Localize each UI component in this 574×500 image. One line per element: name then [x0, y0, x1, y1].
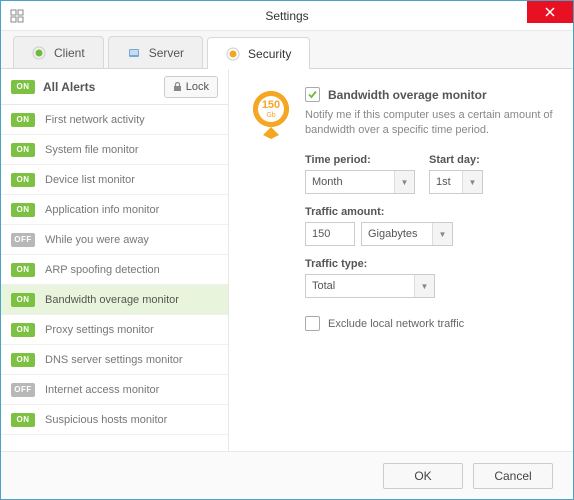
start-day-value: 1st [436, 176, 451, 188]
traffic-unit-select[interactable]: Gigabytes ▼ [361, 222, 453, 246]
start-day-label: Start day: [429, 154, 483, 166]
sidebar-list[interactable]: ON First network activity ON System file mo… [1, 105, 228, 451]
all-alerts-label: All Alerts [43, 80, 156, 94]
server-icon [127, 46, 141, 60]
item-label: Application info monitor [45, 204, 159, 216]
time-period-value: Month [312, 176, 343, 188]
sidebar-item[interactable]: ON Device list monitor [1, 165, 228, 195]
item-toggle[interactable]: ON [11, 413, 35, 427]
item-toggle[interactable]: ON [11, 143, 35, 157]
item-label: Proxy settings monitor [45, 324, 154, 336]
settings-window: Settings Client Server Security ON All A… [0, 0, 574, 500]
sidebar-item[interactable]: ON Bandwidth overage monitor [1, 285, 228, 315]
time-period-select[interactable]: Month ▼ [305, 170, 415, 194]
detail-form: Time period: Month ▼ Start day: 1st ▼ [249, 154, 553, 337]
titlebar: Settings [1, 1, 573, 31]
footer: OK Cancel [1, 451, 573, 499]
detail-head-text: Bandwidth overage monitor Notify me if t… [305, 87, 553, 144]
item-toggle[interactable]: ON [11, 203, 35, 217]
exclude-label: Exclude local network traffic [328, 318, 464, 330]
exclude-checkbox[interactable] [305, 316, 320, 331]
cancel-button[interactable]: Cancel [473, 463, 553, 489]
traffic-type-label: Traffic type: [305, 258, 553, 270]
item-label: While you were away [45, 234, 149, 246]
sidebar-item[interactable]: OFF While you were away [1, 225, 228, 255]
chevron-down-icon: ▼ [394, 171, 414, 193]
sidebar-item[interactable]: ON ARP spoofing detection [1, 255, 228, 285]
tab-label: Server [149, 46, 184, 60]
sidebar: ON All Alerts Lock ON First network activ… [1, 69, 229, 451]
window-title: Settings [1, 9, 573, 23]
check-icon [307, 89, 318, 100]
item-toggle[interactable]: OFF [11, 383, 35, 397]
tabbar: Client Server Security [1, 31, 573, 69]
tab-server[interactable]: Server [108, 36, 203, 68]
client-icon [32, 46, 46, 60]
detail-description: Notify me if this computer uses a certai… [305, 108, 553, 138]
item-label: Device list monitor [45, 174, 135, 186]
traffic-amount-input[interactable] [305, 222, 355, 246]
all-alerts-toggle[interactable]: ON [11, 80, 35, 94]
tab-label: Security [248, 47, 291, 61]
lock-icon [173, 82, 182, 92]
traffic-type-value: Total [312, 280, 335, 292]
sidebar-item[interactable]: ON Proxy settings monitor [1, 315, 228, 345]
item-toggle[interactable]: ON [11, 323, 35, 337]
item-toggle[interactable]: ON [11, 263, 35, 277]
sidebar-header: ON All Alerts Lock [1, 69, 228, 105]
item-label: Internet access monitor [45, 384, 159, 396]
item-toggle[interactable]: ON [11, 173, 35, 187]
chevron-down-icon: ▼ [432, 223, 452, 245]
security-icon [226, 47, 240, 61]
bandwidth-badge-icon: 150 Gb [249, 87, 293, 144]
item-label: ARP spoofing detection [45, 264, 160, 276]
item-toggle[interactable]: ON [11, 293, 35, 307]
tab-label: Client [54, 46, 85, 60]
sidebar-item[interactable]: ON System file monitor [1, 135, 228, 165]
traffic-unit-value: Gigabytes [368, 228, 418, 240]
tab-security[interactable]: Security [207, 37, 310, 69]
traffic-amount-label: Traffic amount: [305, 206, 553, 218]
sidebar-item[interactable]: ON Suspicious hosts monitor [1, 405, 228, 435]
traffic-type-select[interactable]: Total ▼ [305, 274, 435, 298]
time-period-label: Time period: [305, 154, 415, 166]
sidebar-item[interactable]: ON Application info monitor [1, 195, 228, 225]
item-toggle[interactable]: OFF [11, 233, 35, 247]
item-label: DNS server settings monitor [45, 354, 183, 366]
start-day-select[interactable]: 1st ▼ [429, 170, 483, 194]
item-label: Bandwidth overage monitor [45, 294, 179, 306]
content-area: ON All Alerts Lock ON First network activ… [1, 69, 573, 451]
chevron-down-icon: ▼ [462, 171, 482, 193]
item-toggle[interactable]: ON [11, 113, 35, 127]
item-label: First network activity [45, 114, 145, 126]
sidebar-item[interactable]: ON First network activity [1, 105, 228, 135]
detail-header: 150 Gb Bandwidth overage monitor Notify … [249, 87, 553, 144]
item-label: System file monitor [45, 144, 139, 156]
sidebar-item[interactable]: ON DNS server settings monitor [1, 345, 228, 375]
lock-button[interactable]: Lock [164, 76, 218, 98]
chevron-down-icon: ▼ [414, 275, 434, 297]
close-button[interactable] [527, 1, 573, 23]
tab-client[interactable]: Client [13, 36, 104, 68]
svg-text:150: 150 [262, 99, 280, 111]
enable-label: Bandwidth overage monitor [328, 88, 487, 102]
lock-label: Lock [186, 81, 209, 93]
svg-text:Gb: Gb [266, 112, 275, 119]
item-label: Suspicious hosts monitor [45, 414, 167, 426]
ok-button[interactable]: OK [383, 463, 463, 489]
app-icon [9, 8, 25, 24]
detail-panel: 150 Gb Bandwidth overage monitor Notify … [229, 69, 573, 451]
enable-checkbox[interactable] [305, 87, 320, 102]
close-icon [545, 7, 555, 17]
sidebar-item[interactable]: OFF Internet access monitor [1, 375, 228, 405]
item-toggle[interactable]: ON [11, 353, 35, 367]
